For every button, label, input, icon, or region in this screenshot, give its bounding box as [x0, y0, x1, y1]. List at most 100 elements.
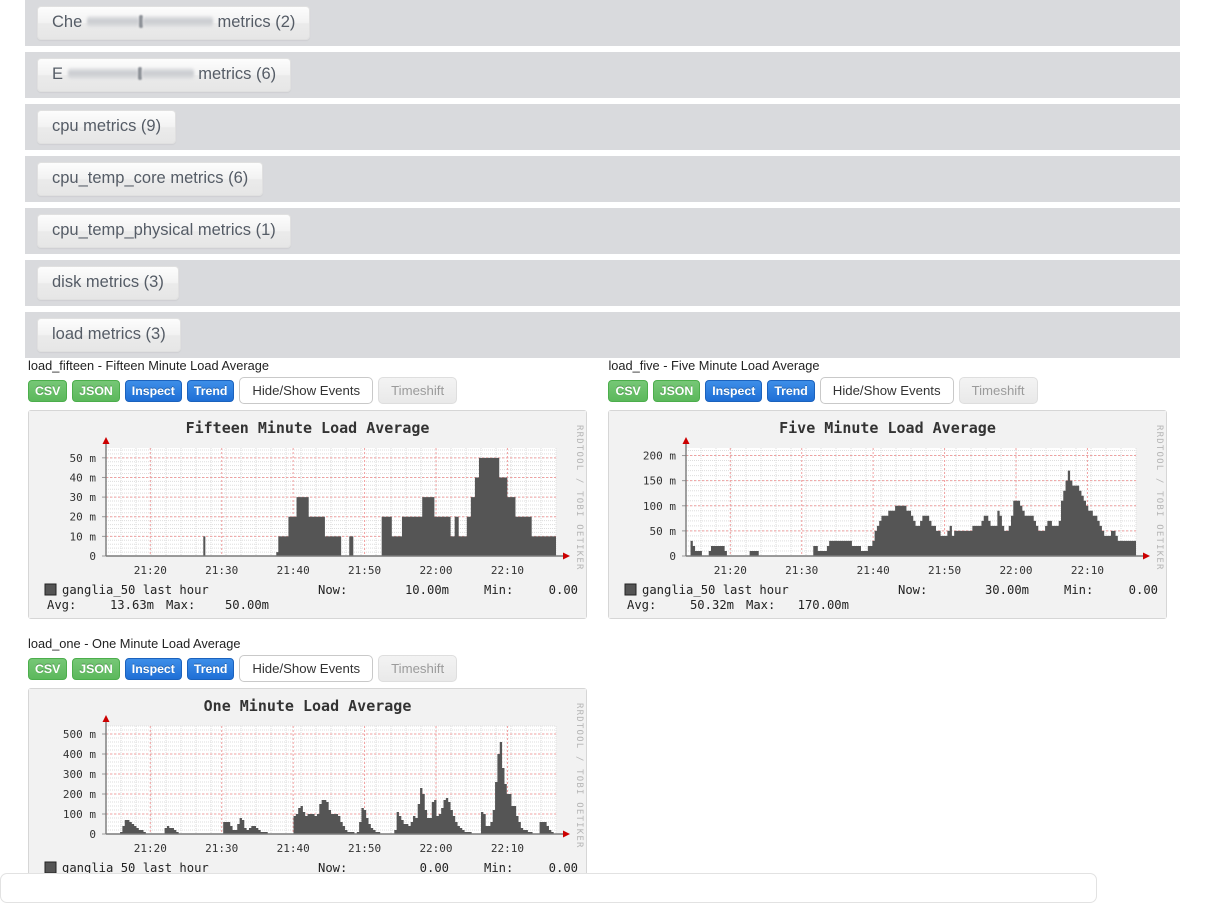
- accordion-header-cpu-metrics[interactable]: cpu metrics (9): [37, 109, 177, 145]
- accordion-row-checkpoint-metrics[interactable]: Che metrics (2): [25, 0, 1180, 46]
- timeshift-button[interactable]: Timeshift: [378, 655, 458, 683]
- bottom-panel: [0, 873, 1097, 903]
- x-axis-tick-label: 21:50: [348, 842, 381, 855]
- accordion-row-e-metrics[interactable]: E metrics (6): [25, 52, 1180, 98]
- max-label: Max:: [166, 598, 195, 612]
- timeshift-button[interactable]: Timeshift: [958, 377, 1038, 405]
- accordion-header-checkpoint-metrics[interactable]: Che metrics (2): [37, 5, 311, 41]
- x-axis-tick-label: 21:50: [348, 564, 381, 577]
- accordion-header-load-metrics[interactable]: load metrics (3): [37, 317, 181, 353]
- x-axis-tick-label: 22:10: [491, 564, 524, 577]
- x-axis-tick-label: 21:40: [277, 842, 310, 855]
- graph-block-load_one: load_one - One Minute Load Average CSV JSO…: [28, 636, 604, 902]
- accordion-header-disk-metrics[interactable]: disk metrics (3): [37, 265, 179, 301]
- inspect-button[interactable]: Inspect: [124, 379, 182, 402]
- accordion-label-suffix: metrics (6): [193, 64, 277, 83]
- hide-show-events-button[interactable]: Hide/Show Events: [819, 377, 954, 405]
- graph-column-right: load_five - Five Minute Load Average CSV J…: [608, 358, 1184, 636]
- rrd-graph-canvas: Five Minute Load Average 0 50 m 100 m 150 m 2…: [609, 411, 1167, 619]
- accordion-row-disk-metrics[interactable]: disk metrics (3): [25, 260, 1180, 306]
- json-button[interactable]: JSON: [72, 379, 120, 402]
- graph-panel-load_five[interactable]: Five Minute Load Average 0 50 m 100 m 150 m 2…: [608, 410, 1168, 620]
- redacted-text-block: [67, 67, 138, 79]
- accordion-row-load-metrics[interactable]: load metrics (3): [25, 312, 1180, 358]
- accordion-row-cpu-metrics[interactable]: cpu metrics (9): [25, 104, 1180, 150]
- graph-toolbar-load_fifteen: CSV JSON Inspect Trend Hide/Show Events Times…: [28, 377, 604, 405]
- rrdtool-watermark: RRDTOOL / TOBI OETIKER: [1154, 425, 1164, 571]
- timeshift-button[interactable]: Timeshift: [378, 377, 458, 405]
- x-axis-tick-label: 21:30: [205, 564, 238, 577]
- y-axis-tick-label: 150 m: [643, 475, 676, 488]
- max-value: 50.00m: [225, 598, 269, 612]
- graph-toolbar-load_five: CSV JSON Inspect Trend Hide/Show Events Times…: [608, 377, 1184, 405]
- accordion-label-prefix: E: [52, 64, 64, 83]
- accordion-row-cpu-temp-core-metrics[interactable]: cpu_temp_core metrics (6): [25, 156, 1180, 202]
- y-axis-tick-label: 300 m: [63, 768, 96, 781]
- y-axis-tick-label: 100 m: [63, 808, 96, 821]
- inspect-button[interactable]: Inspect: [705, 379, 763, 402]
- y-axis-tick-label: 400 m: [63, 748, 96, 761]
- accordion-label: load metrics (3): [52, 324, 166, 343]
- trend-button[interactable]: Trend: [186, 657, 235, 680]
- accordion-row-cpu-temp-physical-metrics[interactable]: cpu_temp_physical metrics (1): [25, 208, 1180, 254]
- trend-button[interactable]: Trend: [186, 379, 235, 402]
- rrdtool-watermark: RRDTOOL / TOBI OETIKER: [574, 703, 584, 849]
- redacted-text-block-2: [142, 15, 213, 27]
- rrd-graph-canvas: Fifteen Minute Load Average 0 10 m 20 m 30 m…: [29, 411, 586, 619]
- graph-panel-load_fifteen[interactable]: Fifteen Minute Load Average 0 10 m 20 m 30 m…: [28, 410, 587, 620]
- y-axis-tick-label: 0: [670, 550, 677, 563]
- graph-heading-load_one: load_one - One Minute Load Average: [28, 636, 241, 652]
- csv-button[interactable]: CSV: [28, 379, 68, 402]
- x-axis-tick-label: 21:40: [277, 564, 310, 577]
- legend-color-swatch: [44, 861, 57, 874]
- x-axis-tick-label: 21:20: [714, 564, 747, 577]
- y-axis-tick-label: 50 m: [650, 525, 677, 538]
- hide-show-events-button[interactable]: Hide/Show Events: [239, 655, 374, 683]
- avg-value: 50.32m: [690, 598, 734, 612]
- x-axis-tick-label: 21:50: [928, 564, 961, 577]
- chart-title: Fifteen Minute Load Average: [186, 419, 430, 437]
- accordion-header-cpu-temp-physical-metrics[interactable]: cpu_temp_physical metrics (1): [37, 213, 291, 249]
- accordion-header-cpu-temp-core-metrics[interactable]: cpu_temp_core metrics (6): [37, 161, 264, 197]
- accordion-label: cpu_temp_core metrics (6): [52, 168, 249, 187]
- avg-label: Avg:: [627, 598, 656, 612]
- y-axis-tick-label: 40 m: [70, 472, 97, 485]
- legend-series-name: ganglia_50 last hour: [62, 583, 209, 597]
- legend-series-name: ganglia_50 last hour: [642, 583, 789, 597]
- json-button[interactable]: JSON: [72, 657, 120, 680]
- redacted-text-block: [86, 15, 139, 27]
- accordion-label-prefix: Che: [52, 12, 83, 31]
- x-axis-tick-label: 21:20: [134, 564, 167, 577]
- json-button[interactable]: JSON: [652, 379, 701, 402]
- graphs-region: load_fifteen - Fifteen Minute Load Avera…: [28, 358, 1188, 914]
- min-label: Min:: [484, 583, 513, 597]
- accordion-label: cpu metrics (9): [52, 116, 162, 135]
- y-axis-tick-label: 50 m: [70, 452, 97, 465]
- x-axis-tick-label: 22:00: [419, 564, 452, 577]
- accordion-header-e-metrics[interactable]: E metrics (6): [37, 57, 292, 93]
- inspect-button[interactable]: Inspect: [124, 657, 182, 680]
- x-axis-tick-label: 21:30: [786, 564, 819, 577]
- csv-button[interactable]: CSV: [28, 657, 68, 680]
- now-value: 10.00m: [405, 583, 449, 597]
- min-value: 0.00: [549, 583, 578, 597]
- graph-heading-load_five: load_five - Five Minute Load Average: [608, 358, 820, 373]
- metrics-accordion: Che metrics (2) E metrics (6) cpu metrics …: [25, 0, 1180, 364]
- redacted-text-block-2: [141, 67, 194, 79]
- hide-show-events-button[interactable]: Hide/Show Events: [239, 377, 374, 405]
- x-axis-tick-label: 21:30: [205, 842, 238, 855]
- x-axis-tick-label: 22:00: [1000, 564, 1033, 577]
- y-axis-tick-label: 500 m: [63, 728, 96, 741]
- graph-panel-load_one[interactable]: One Minute Load Average 0 100 m 200 m 300 m 4…: [28, 688, 587, 898]
- now-label: Now:: [898, 583, 927, 597]
- max-label: Max:: [746, 598, 775, 612]
- csv-button[interactable]: CSV: [608, 379, 648, 402]
- x-axis-tick-label: 21:40: [857, 564, 890, 577]
- y-axis-tick-label: 10 m: [70, 531, 97, 544]
- legend-color-swatch: [624, 583, 637, 596]
- graph-column-left: load_fifteen - Fifteen Minute Load Avera…: [28, 358, 604, 914]
- avg-value: 13.63m: [110, 598, 154, 612]
- chart-title: One Minute Load Average: [204, 697, 412, 715]
- x-axis-tick-label: 22:10: [491, 842, 524, 855]
- trend-button[interactable]: Trend: [767, 379, 815, 402]
